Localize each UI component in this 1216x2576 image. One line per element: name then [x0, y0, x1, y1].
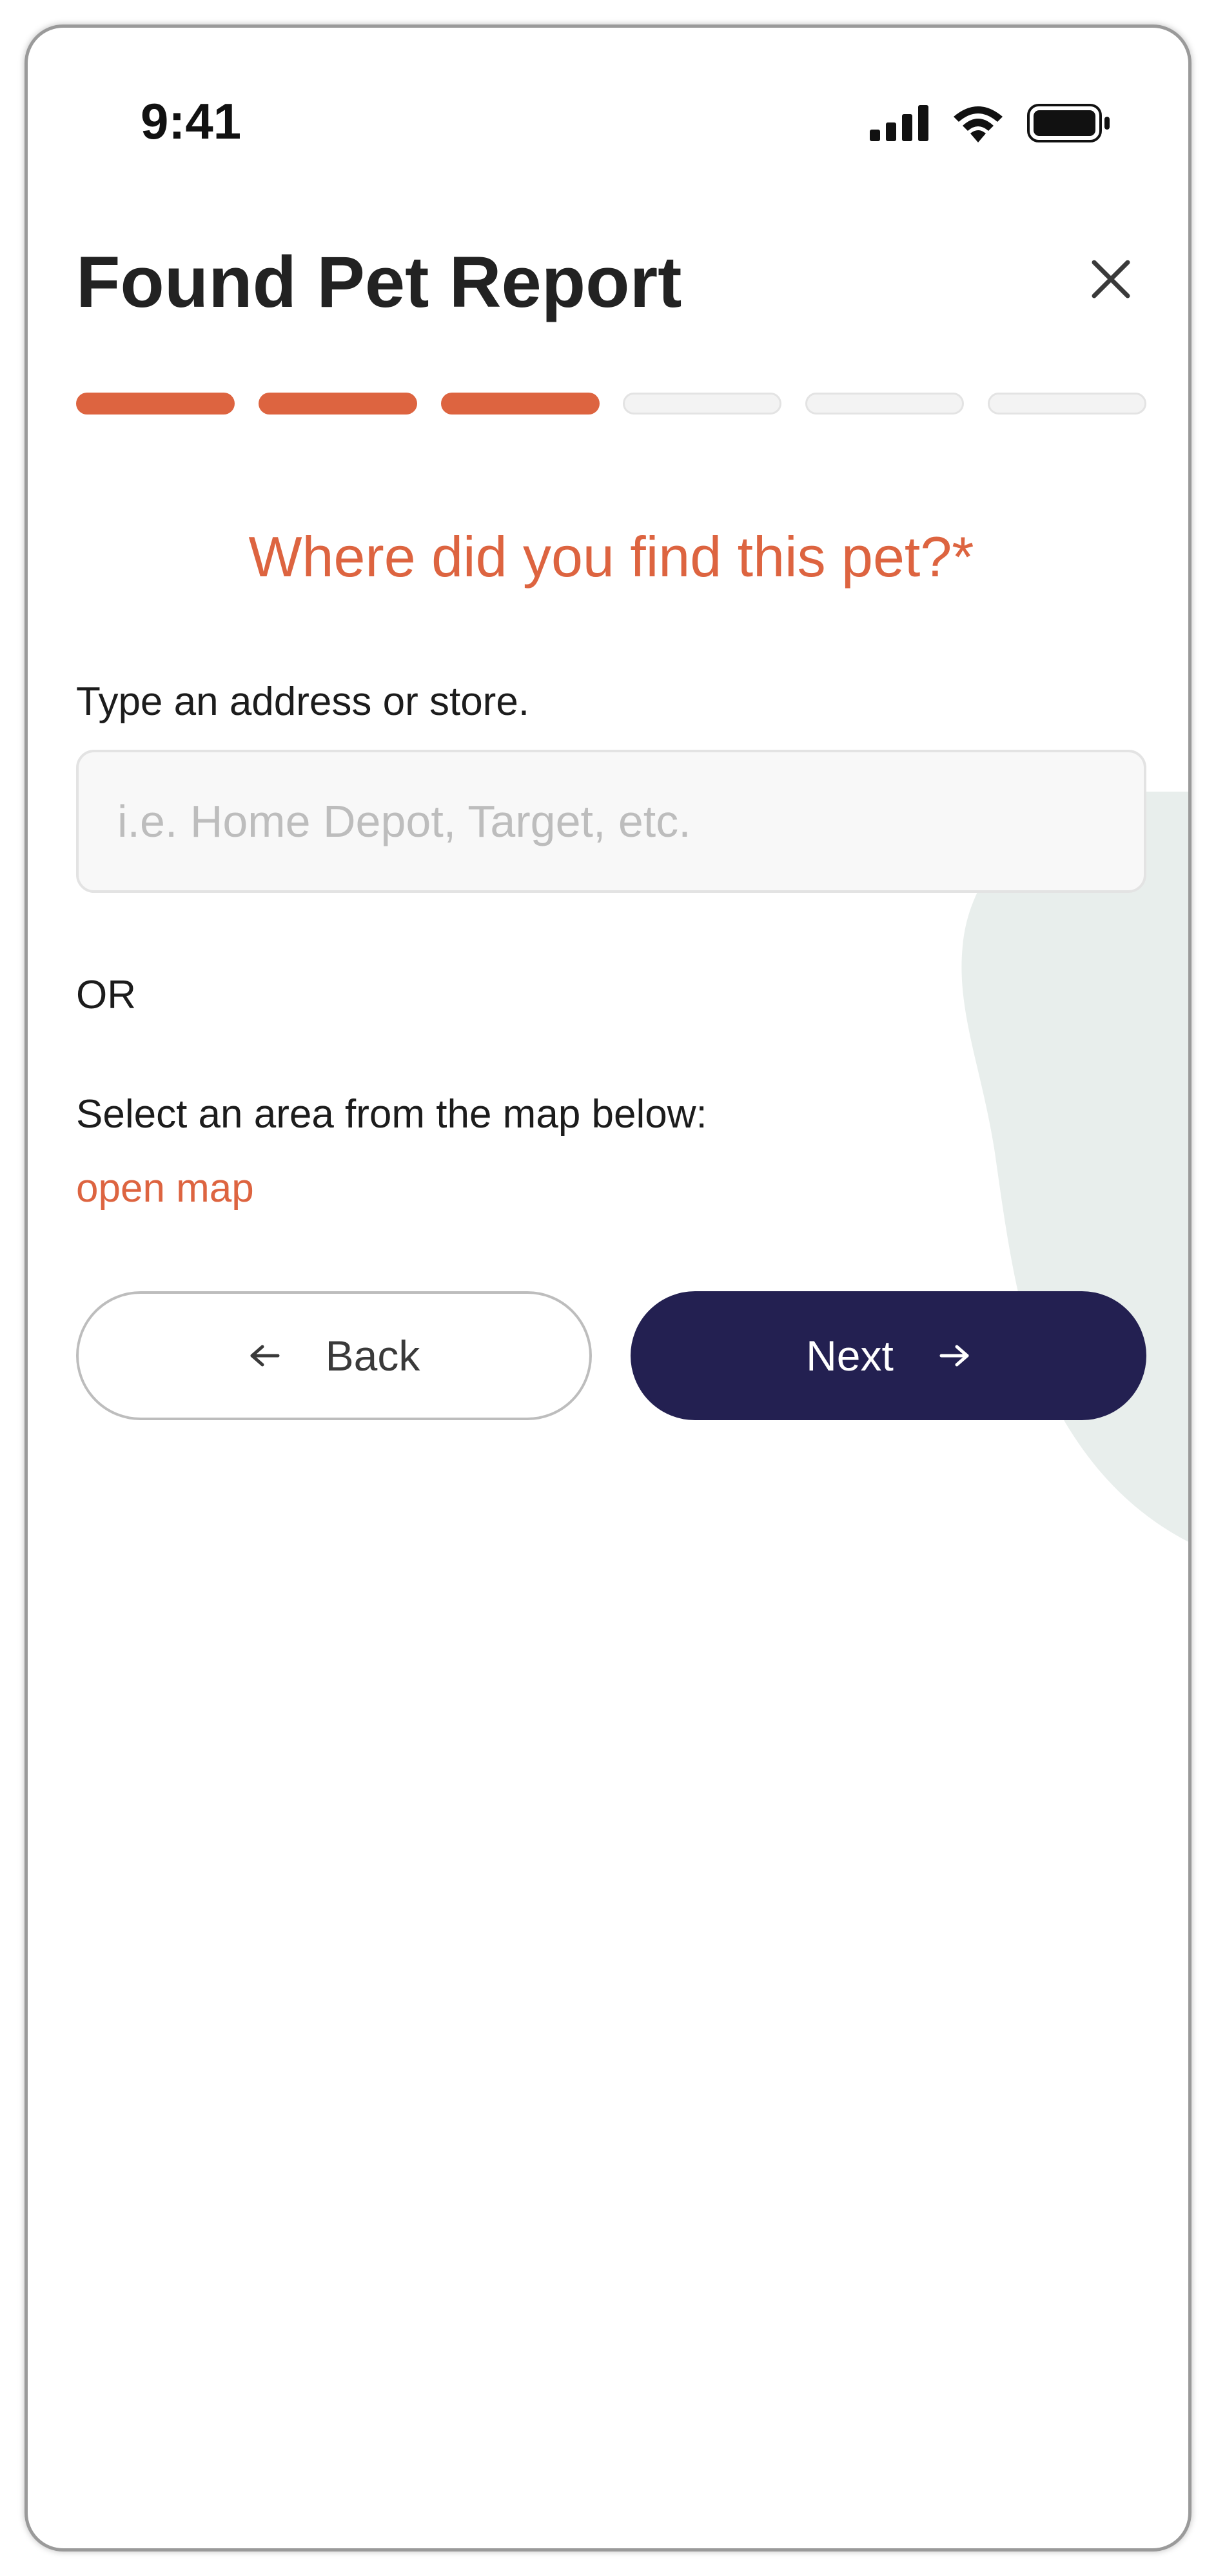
progress-step-4 [623, 393, 782, 415]
decorative-blob [961, 792, 1188, 1542]
phone-screen: 9:41 Found Pet Report Where did you find… [25, 24, 1191, 2552]
back-button[interactable]: Back [76, 1291, 592, 1420]
status-time: 9:41 [141, 93, 242, 150]
next-button-label: Next [806, 1332, 894, 1380]
page-title: Found Pet Report [76, 242, 682, 322]
close-button[interactable] [1085, 253, 1137, 305]
progress-step-2 [258, 393, 417, 415]
battery-icon [1027, 104, 1110, 142]
back-button-label: Back [325, 1332, 420, 1380]
address-label: Type an address or store. [76, 679, 530, 724]
progress-step-6 [987, 393, 1146, 415]
arrow-left-icon [250, 1345, 280, 1367]
or-divider-text: OR [76, 973, 136, 1017]
progress-step-5 [805, 393, 965, 415]
address-input[interactable] [76, 750, 1146, 893]
cellular-signal-icon [870, 105, 928, 141]
progress-stepper [76, 393, 1146, 416]
close-icon [1092, 260, 1130, 298]
progress-step-3 [440, 393, 600, 415]
map-instruction: Select an area from the map below: [76, 1092, 707, 1137]
open-map-link[interactable]: open map [76, 1166, 254, 1211]
question-heading: Where did you find this pet?* [248, 525, 974, 589]
arrow-right-icon [939, 1345, 969, 1367]
wifi-icon [954, 106, 1003, 142]
next-button[interactable]: Next [631, 1291, 1146, 1420]
status-icons [870, 104, 1111, 142]
progress-step-1 [76, 393, 235, 415]
